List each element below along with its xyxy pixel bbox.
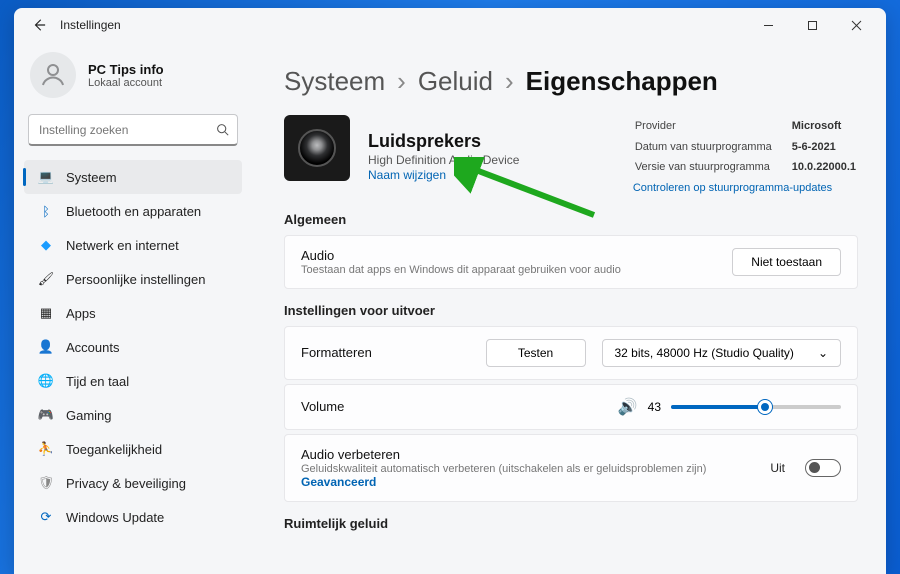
audio-sub: Toestaan dat apps en Windows dit apparaa…	[301, 264, 716, 276]
driver-info: ProviderMicrosoft Datum van stuurprogram…	[633, 115, 858, 198]
sidebar-item-personalization[interactable]: 🖌 Persoonlijke instellingen	[24, 262, 242, 296]
close-button[interactable]	[834, 8, 878, 42]
sidebar-item-label: Persoonlijke instellingen	[66, 272, 205, 287]
device-speaker-icon	[284, 115, 350, 181]
breadcrumb-system[interactable]: Systeem	[284, 66, 385, 97]
audio-allow-card: Audio Toestaan dat apps en Windows dit a…	[284, 235, 858, 289]
sidebar-item-label: Bluetooth en apparaten	[66, 204, 201, 219]
sidebar-item-accessibility[interactable]: ⛹ Toegankelijkheid	[24, 432, 242, 466]
section-output: Instellingen voor uitvoer	[284, 303, 858, 318]
driver-date-value: 5-6-2021	[792, 138, 856, 157]
search-box[interactable]	[28, 114, 238, 146]
personalization-icon: 🖌	[38, 271, 54, 287]
sidebar-item-label: Systeem	[66, 170, 117, 185]
sidebar-item-label: Gaming	[66, 408, 112, 423]
audio-title: Audio	[301, 248, 716, 263]
maximize-button[interactable]	[790, 8, 834, 42]
minimize-button[interactable]	[746, 8, 790, 42]
volume-card: Volume 🔊 43	[284, 384, 858, 430]
system-icon: 💻	[38, 169, 54, 185]
device-name: Luidsprekers	[368, 131, 615, 152]
driver-version-label: Versie van stuurprogramma	[635, 158, 790, 177]
toggle-off-label: Uit	[770, 461, 785, 475]
profile-block[interactable]: PC Tips info Lokaal account	[18, 48, 248, 114]
chevron-right-icon: ›	[505, 66, 514, 97]
driver-version-value: 10.0.22000.1	[792, 158, 856, 177]
section-general: Algemeen	[284, 212, 858, 227]
sidebar-item-network[interactable]: ◆ Netwerk en internet	[24, 228, 242, 262]
enhance-sub: Geluidskwaliteit automatisch verbeteren …	[301, 463, 754, 475]
breadcrumb-sound[interactable]: Geluid	[418, 66, 493, 97]
chevron-down-icon: ⌄	[818, 346, 828, 360]
accounts-icon: 👤	[38, 339, 54, 355]
speaker-icon[interactable]: 🔊	[618, 397, 638, 417]
gaming-icon: 🎮	[38, 407, 54, 423]
bluetooth-icon: ᛒ	[38, 204, 54, 219]
accessibility-icon: ⛹	[38, 441, 54, 457]
search-input[interactable]	[28, 114, 238, 146]
time-language-icon: 🌐	[38, 373, 54, 389]
volume-label: Volume	[301, 399, 602, 414]
provider-label: Provider	[635, 117, 790, 136]
enhance-card[interactable]: Audio verbeteren Geluidskwaliteit automa…	[284, 434, 858, 502]
sidebar-item-label: Apps	[66, 306, 96, 321]
enhance-toggle[interactable]	[805, 459, 841, 477]
main-panel: Systeem › Geluid › Eigenschappen Luidspr…	[256, 42, 886, 574]
avatar	[30, 52, 76, 98]
disallow-button[interactable]: Niet toestaan	[732, 248, 841, 276]
sidebar-item-label: Windows Update	[66, 510, 164, 525]
profile-account: Lokaal account	[88, 77, 164, 89]
sidebar-item-privacy[interactable]: 🛡 Privacy & beveiliging	[24, 466, 242, 500]
volume-value: 43	[648, 400, 661, 414]
section-spatial: Ruimtelijk geluid	[284, 516, 858, 531]
device-sub: High Definition Audio Device	[368, 153, 615, 167]
network-icon: ◆	[38, 237, 54, 253]
sidebar-item-accounts[interactable]: 👤 Accounts	[24, 330, 242, 364]
advanced-link[interactable]: Geavanceerd	[301, 475, 754, 489]
settings-window: Instellingen PC Tips info Lokaal account	[14, 8, 886, 574]
privacy-icon: 🛡	[38, 475, 54, 491]
check-driver-updates-link[interactable]: Controleren op stuurprogramma-updates	[633, 179, 858, 198]
sidebar-item-label: Netwerk en internet	[66, 238, 179, 253]
back-button[interactable]	[30, 16, 48, 34]
sidebar-item-label: Tijd en taal	[66, 374, 129, 389]
chevron-right-icon: ›	[397, 66, 406, 97]
titlebar: Instellingen	[14, 8, 886, 42]
sidebar-item-bluetooth[interactable]: ᛒ Bluetooth en apparaten	[24, 194, 242, 228]
breadcrumb: Systeem › Geluid › Eigenschappen	[284, 66, 858, 97]
sidebar: PC Tips info Lokaal account 💻 Systeem ᛒ Bl…	[14, 42, 256, 574]
enhance-title: Audio verbeteren	[301, 447, 754, 462]
sidebar-item-label: Toegankelijkheid	[66, 442, 162, 457]
format-card: Formatteren Testen 32 bits, 48000 Hz (St…	[284, 326, 858, 380]
profile-name: PC Tips info	[88, 62, 164, 77]
sidebar-item-label: Accounts	[66, 340, 119, 355]
volume-slider[interactable]	[671, 405, 841, 409]
rename-link[interactable]: Naam wijzigen	[368, 168, 615, 182]
window-title: Instellingen	[60, 18, 121, 32]
driver-date-label: Datum van stuurprogramma	[635, 138, 790, 157]
windows-update-icon: ⟳	[38, 509, 54, 525]
device-header: Luidsprekers High Definition Audio Devic…	[284, 115, 858, 198]
sidebar-item-system[interactable]: 💻 Systeem	[24, 160, 242, 194]
search-icon	[216, 123, 229, 141]
sidebar-item-gaming[interactable]: 🎮 Gaming	[24, 398, 242, 432]
breadcrumb-current: Eigenschappen	[526, 66, 718, 97]
sidebar-item-label: Privacy & beveiliging	[66, 476, 186, 491]
sidebar-item-apps[interactable]: ▦ Apps	[24, 296, 242, 330]
apps-icon: ▦	[38, 305, 54, 321]
format-value: 32 bits, 48000 Hz (Studio Quality)	[615, 346, 794, 360]
format-label: Formatteren	[301, 345, 470, 360]
provider-value: Microsoft	[792, 117, 856, 136]
sidebar-item-time-language[interactable]: 🌐 Tijd en taal	[24, 364, 242, 398]
test-button[interactable]: Testen	[486, 339, 586, 367]
format-select[interactable]: 32 bits, 48000 Hz (Studio Quality) ⌄	[602, 339, 842, 367]
sidebar-item-windows-update[interactable]: ⟳ Windows Update	[24, 500, 242, 534]
